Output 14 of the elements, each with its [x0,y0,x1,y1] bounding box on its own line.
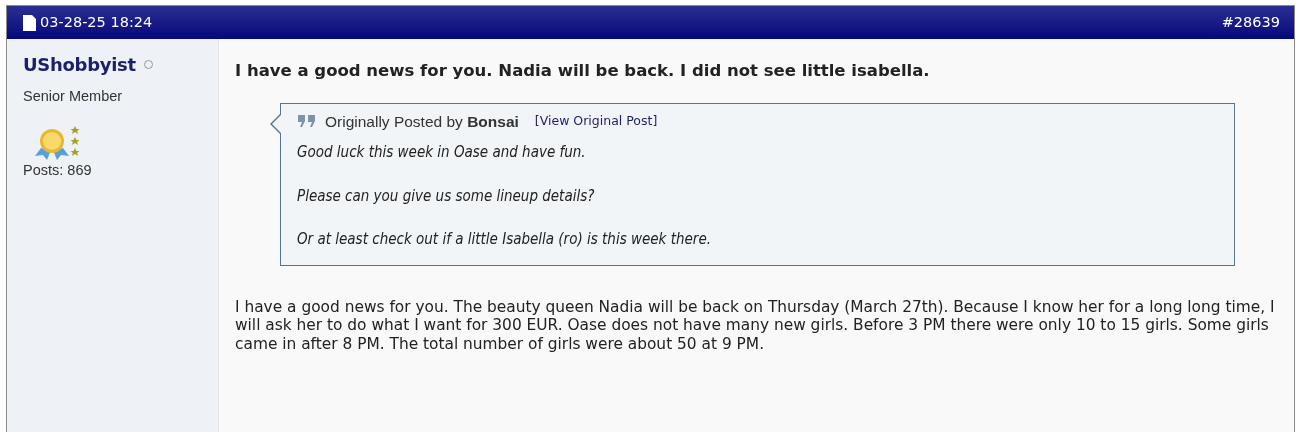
post-count: Posts: 869 [23,160,93,180]
quote-attribution: Originally Posted by Bonsai [325,111,519,132]
post-date: 03-28-25 18:24 [40,12,153,32]
post-number-link[interactable]: #28639 [1221,11,1280,34]
quote-text: Or at least check out if a little Isabella (ro) is this week there. [297,229,712,251]
document-icon [23,14,36,31]
username-link[interactable]: UShobbyist [23,51,136,78]
quote-icon [297,114,317,129]
view-original-post-link[interactable]: [View Original Post] [534,112,658,131]
post-body-text: I have a good news for you. The beauty queen Nadia will be back on Thursday (March 27th). Because I know her for a long long time, I will ask her to do what I want for 300 EUR. Oase does not have many new girls. Before 3 PM there were only 10 to 15 girls. Some girls came in after 8 PM. The total number of girls were about 50 at 9 PM. [235,297,1276,354]
user-rank: Senior Member [23,87,124,106]
post-title: I have a good news for you. Nadia will be back. I did not see little isabella. [235,61,931,81]
quote-text: Good luck this week in Oase and have fun. [297,142,587,164]
quote-text: Please can you give us some lineup details? [297,185,596,207]
